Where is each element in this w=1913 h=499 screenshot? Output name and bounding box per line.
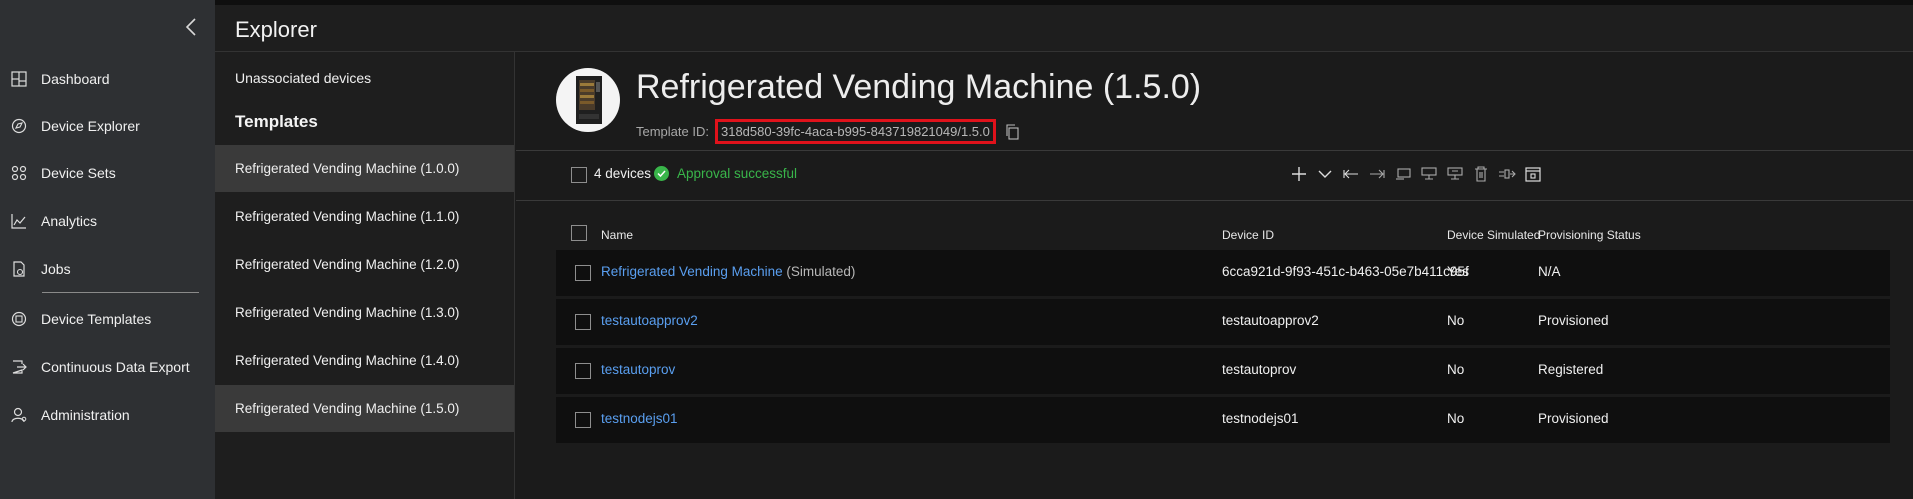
delete-icon[interactable] bbox=[1468, 164, 1494, 184]
column-header-device-id[interactable]: Device ID bbox=[1222, 228, 1274, 242]
device-name-link[interactable]: testnodejs01 bbox=[601, 411, 678, 426]
dashboard-icon bbox=[8, 68, 30, 90]
toolbar-actions bbox=[1286, 164, 1546, 184]
nav-item-device-explorer[interactable]: Device Explorer bbox=[0, 106, 215, 146]
chevron-down-icon[interactable] bbox=[1312, 164, 1338, 184]
template-item[interactable]: Refrigerated Vending Machine (1.2.0) bbox=[215, 241, 514, 288]
table-row[interactable]: testnodejs01 testnodejs01 No Provisioned bbox=[556, 397, 1890, 443]
template-item[interactable]: Refrigerated Vending Machine (1.1.0) bbox=[215, 193, 514, 240]
provisioning-status-cell: N/A bbox=[1538, 264, 1561, 279]
table-row[interactable]: Refrigerated Vending Machine (Simulated)… bbox=[556, 250, 1890, 296]
checkmark-icon bbox=[654, 166, 669, 181]
device-simulated-cell: Yes bbox=[1447, 264, 1470, 279]
nav-item-device-templates[interactable]: Device Templates bbox=[0, 299, 215, 339]
nav-item-administration[interactable]: Administration bbox=[0, 395, 215, 435]
provisioning-status-cell: Provisioned bbox=[1538, 313, 1609, 328]
explorer-header: Explorer bbox=[215, 5, 1913, 52]
device-id-cell: testnodejs01 bbox=[1222, 411, 1299, 426]
toolbar-divider bbox=[516, 200, 1913, 201]
templates-heading: Templates bbox=[235, 112, 318, 131]
column-header-name[interactable]: Name bbox=[601, 228, 633, 242]
status-text: Approval successful bbox=[677, 166, 798, 181]
device-count: 4 devices bbox=[594, 166, 652, 181]
row-checkbox[interactable] bbox=[575, 412, 591, 428]
nav-label: Analytics bbox=[41, 213, 98, 229]
add-icon[interactable] bbox=[1286, 164, 1312, 184]
nav-label: Device Explorer bbox=[41, 118, 140, 134]
connect-icon[interactable] bbox=[1494, 164, 1520, 184]
provisioning-status-cell: Provisioned bbox=[1538, 411, 1609, 426]
nav-item-dashboard[interactable]: Dashboard bbox=[0, 59, 215, 99]
block-icon[interactable] bbox=[1442, 164, 1468, 184]
template-title: Refrigerated Vending Machine (1.5.0) bbox=[636, 68, 1202, 106]
jobs-icon bbox=[8, 258, 30, 280]
nav-label: Dashboard bbox=[41, 71, 110, 87]
device-id-cell: testautoprov bbox=[1222, 362, 1297, 377]
left-nav: Dashboard Device Explorer Device Sets An… bbox=[0, 0, 215, 499]
nav-label: Device Sets bbox=[41, 165, 116, 181]
device-name-link[interactable]: testautoprov bbox=[601, 362, 675, 377]
header-checkbox[interactable] bbox=[571, 225, 587, 241]
approve-icon[interactable] bbox=[1416, 164, 1442, 184]
template-item[interactable]: Refrigerated Vending Machine (1.4.0) bbox=[215, 337, 514, 384]
device-template-image bbox=[556, 68, 620, 132]
unassociated-devices-link[interactable]: Unassociated devices bbox=[235, 70, 371, 86]
migrate-icon[interactable] bbox=[1390, 164, 1416, 184]
device-simulated-cell: No bbox=[1447, 411, 1465, 426]
template-id-value: 318d580-39fc-4aca-b995-843719821049/1.5.… bbox=[714, 119, 996, 144]
device-templates-icon bbox=[8, 308, 30, 330]
nav-label: Device Templates bbox=[41, 311, 152, 327]
data-export-icon bbox=[8, 356, 30, 378]
header-divider bbox=[516, 150, 1913, 151]
device-simulated-cell: No bbox=[1447, 313, 1465, 328]
template-item[interactable]: Refrigerated Vending Machine (1.3.0) bbox=[215, 289, 514, 336]
nav-item-jobs[interactable]: Jobs bbox=[0, 249, 215, 289]
template-item[interactable]: Refrigerated Vending Machine (1.0.0) bbox=[215, 145, 514, 192]
row-checkbox[interactable] bbox=[575, 363, 591, 379]
device-simulated-cell: No bbox=[1447, 362, 1465, 377]
device-name-link[interactable]: Refrigerated Vending Machine bbox=[601, 264, 783, 279]
column-header-provisioning-status[interactable]: Provisioning Status bbox=[1538, 228, 1641, 242]
template-list-panel: Unassociated devices Templates Refrigera… bbox=[215, 52, 515, 499]
nav-label: Administration bbox=[41, 407, 130, 423]
import-icon[interactable] bbox=[1338, 164, 1364, 184]
device-id-cell: testautoapprov2 bbox=[1222, 313, 1319, 328]
nav-label: Continuous Data Export bbox=[41, 359, 190, 375]
device-explorer-icon bbox=[8, 115, 30, 137]
template-id-label: Template ID: bbox=[636, 124, 709, 139]
settings-view-icon[interactable] bbox=[1520, 164, 1546, 184]
provisioning-status-cell: Registered bbox=[1538, 362, 1604, 377]
device-name-cell: Refrigerated Vending Machine (Simulated) bbox=[601, 264, 855, 279]
device-id-cell: 6cca921d-9f93-451c-b463-05e7b411c95f bbox=[1222, 264, 1469, 279]
page-title: Explorer bbox=[235, 17, 317, 42]
analytics-icon bbox=[8, 210, 30, 232]
nav-item-device-sets[interactable]: Device Sets bbox=[0, 153, 215, 193]
device-sets-icon bbox=[8, 162, 30, 184]
copy-icon[interactable] bbox=[1004, 123, 1020, 140]
row-checkbox[interactable] bbox=[575, 265, 591, 281]
select-all-checkbox[interactable] bbox=[571, 167, 587, 183]
nav-divider bbox=[42, 292, 199, 293]
column-header-device-simulated[interactable]: Device Simulated bbox=[1447, 228, 1540, 242]
row-checkbox[interactable] bbox=[575, 314, 591, 330]
table-row[interactable]: testautoprov testautoprov No Registered bbox=[556, 348, 1890, 394]
export-icon[interactable] bbox=[1364, 164, 1390, 184]
template-id-row: Template ID: 318d580-39fc-4aca-b995-8437… bbox=[636, 119, 1020, 144]
nav-item-continuous-data-export[interactable]: Continuous Data Export bbox=[0, 347, 215, 387]
table-row[interactable]: testautoapprov2 testautoapprov2 No Provi… bbox=[556, 299, 1890, 345]
device-name-link[interactable]: testautoapprov2 bbox=[601, 313, 698, 328]
nav-item-analytics[interactable]: Analytics bbox=[0, 201, 215, 241]
status-message: Approval successful bbox=[654, 166, 797, 181]
simulated-suffix: (Simulated) bbox=[786, 264, 856, 279]
main-content: Refrigerated Vending Machine (1.5.0) Tem… bbox=[516, 52, 1913, 499]
template-item-selected[interactable]: Refrigerated Vending Machine (1.5.0) bbox=[215, 385, 514, 432]
nav-label: Jobs bbox=[41, 261, 71, 277]
administration-icon bbox=[8, 404, 30, 426]
collapse-nav-icon[interactable] bbox=[180, 18, 202, 40]
